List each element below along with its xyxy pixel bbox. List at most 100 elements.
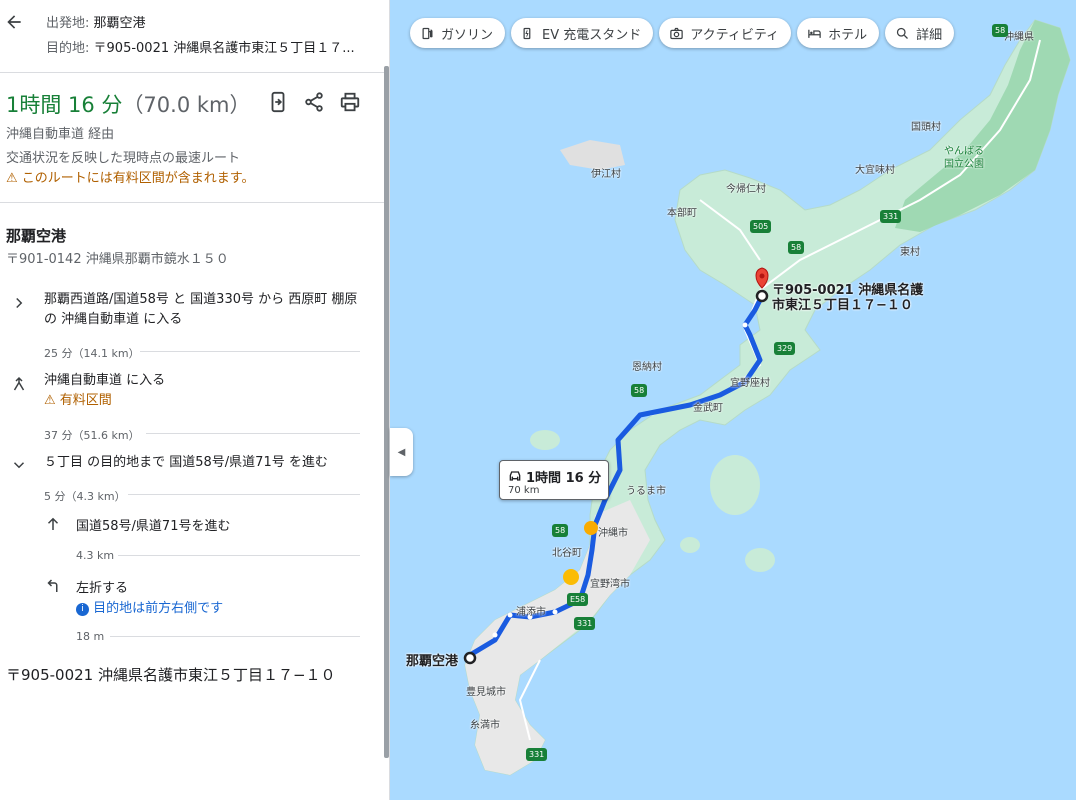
chip-label: 詳細 [916,27,943,43]
route-tooltip[interactable]: 1時間 16 分 70 km [499,460,609,500]
chip-label: ガソリン [441,27,494,43]
destination-marker-label: 市東江５丁目１７−１０ [772,298,913,313]
destination-label: 目的地: [46,41,90,56]
map-label: 沖縄県 [1004,32,1034,43]
ev-charger-icon [523,27,531,39]
map-label: 浦添市 [516,607,546,618]
route-actions [267,91,361,113]
chip-more[interactable]: 詳細 [885,18,955,48]
info-icon: i [76,603,89,616]
share-icon[interactable] [303,91,325,113]
start-name: 那覇空港 [6,227,67,245]
chip-ev[interactable]: EV 充電スタンド [511,18,654,48]
map-label: 宜野湾市 [590,579,630,590]
chip-gas[interactable]: ガソリン [410,18,506,48]
road-shield: 58 [552,524,569,537]
print-icon[interactable] [339,91,361,113]
step-2-text[interactable]: 沖縄自動車道 に入る [44,371,362,391]
road-shield: 331 [526,748,548,761]
merge-icon[interactable] [10,375,28,393]
substep-2-note: i 目的地は前方右側です [76,597,223,616]
search-icon [896,27,909,39]
chevron-right-icon[interactable] [10,294,28,312]
arrival-note-text: 目的地は前方右側です [93,601,224,616]
islet [745,548,775,572]
road-shield: 505 [750,220,772,233]
divider [140,351,360,352]
route-dot [507,612,513,618]
route-dot [552,609,558,615]
road-shield: 58 [992,24,1009,37]
map-canvas[interactable]: 沖縄県 国頭村 やんばる 国立公園 伊江村 今帰仁村 大宜味村 本部町 東村 恩… [390,0,1076,800]
chip-activities[interactable]: アクティビティ [659,18,792,48]
step-3-text[interactable]: ５丁目 の目的地まで 国道58号/県道71号 を進む [44,453,362,473]
islet [530,430,560,450]
route-header: 出発地: 那覇空港 目的地: 〒905-0021 沖縄県名護市東江５丁目１７..… [0,0,389,73]
chip-label: ホテル [828,27,868,43]
substep-1-text: 国道58号/県道71号を進む [76,519,231,534]
route-description: 交通状況を反映した現時点の最速ルート [6,151,241,166]
chip-label: アクティビティ [690,27,780,43]
map-label: 豊見城市 [466,687,506,698]
distance-text: （70.0 km） [122,93,251,117]
divider [146,433,360,434]
map-label: 大宜味村 [855,165,895,176]
map-label: うるま市 [626,486,666,497]
send-to-phone-icon[interactable] [267,91,289,113]
collapse-panel-button[interactable]: ◀ [390,428,413,476]
map-label: 恩納村 [632,362,662,373]
road-shield: 331 [574,617,596,630]
origin-marker-label: 那覇空港 [406,654,459,669]
chevron-down-icon[interactable] [10,456,28,474]
gas-icon [422,27,433,39]
step-3-meta: 5 分（4.3 km） [44,490,126,503]
chip-hotels[interactable]: ホテル [797,18,880,48]
divider [118,555,360,556]
origin-marker [463,651,477,665]
map-label: 国頭村 [911,122,941,133]
map-label: 北谷町 [552,548,582,559]
origin-value: 那覇空港 [93,16,146,31]
road-shield: 58 [788,241,805,254]
toll-note-text: 有料区間 [59,393,112,408]
road-shield: 58 [631,384,648,397]
duration-text: 1時間 16 分 [6,93,123,117]
route-via: 沖縄自動車道 経由 [6,127,115,142]
map-base [463,19,1071,776]
arrow-up-icon [44,515,62,533]
poi-icon [563,569,579,585]
map-label: 伊江村 [591,169,621,180]
toll-warning: ⚠ このルートには有料区間が含まれます。 [6,167,255,186]
step-1-text[interactable]: 那覇西道路/国道58号 と 国道330号 から 西原町 棚原 の 沖縄自動車道 … [44,290,362,330]
substep-2-text: 左折する [76,581,129,596]
map-label: 金武町 [693,403,723,414]
back-arrow-icon[interactable] [4,12,24,36]
bed-icon [808,29,821,38]
panel-scrollbar[interactable] [384,66,389,758]
directions-panel: 出発地: 那覇空港 目的地: 〒905-0021 沖縄県名護市東江５丁目１７..… [0,0,390,800]
map-label: 国立公園 [944,159,984,170]
origin-label: 出発地: [46,16,90,31]
destination-value: 〒905-0021 沖縄県名護市東江５丁目１７... [93,41,355,56]
tooltip-duration: 1時間 16 分 [526,471,602,486]
map-label: 糸満市 [470,720,500,731]
chevron-left-icon: ◀ [397,446,406,458]
warning-icon: ⚠ [44,393,56,408]
destination-line[interactable]: 目的地: 〒905-0021 沖縄県名護市東江５丁目１７... [46,37,376,56]
urban-area [465,500,650,775]
start-address: 〒901-0142 沖縄県那覇市鏡水１５０ [6,252,229,267]
map-label: 今帰仁村 [726,184,766,195]
substep-1-meta: 4.3 km [76,549,115,562]
warning-icon: ⚠ [6,171,18,186]
toll-warning-text: このルートには有料区間が含まれます。 [21,171,255,186]
route-summary: 1時間 16 分（70.0 km） 沖縄自動車道 経由 交通状況を反映した現時点… [0,73,385,203]
step-1-meta: 25 分（14.1 km） [44,347,140,360]
poi-icon [584,521,598,535]
turn-left-icon [44,577,62,595]
road-shield: 331 [880,210,902,223]
origin-line[interactable]: 出発地: 那覇空港 [46,12,376,31]
map-label: 本部町 [667,208,697,219]
route-dot [742,322,748,328]
destination-address: 〒905-0021 沖縄県名護市東江５丁目１７−１０ [6,666,336,684]
chip-label: EV 充電スタンド [542,27,642,43]
